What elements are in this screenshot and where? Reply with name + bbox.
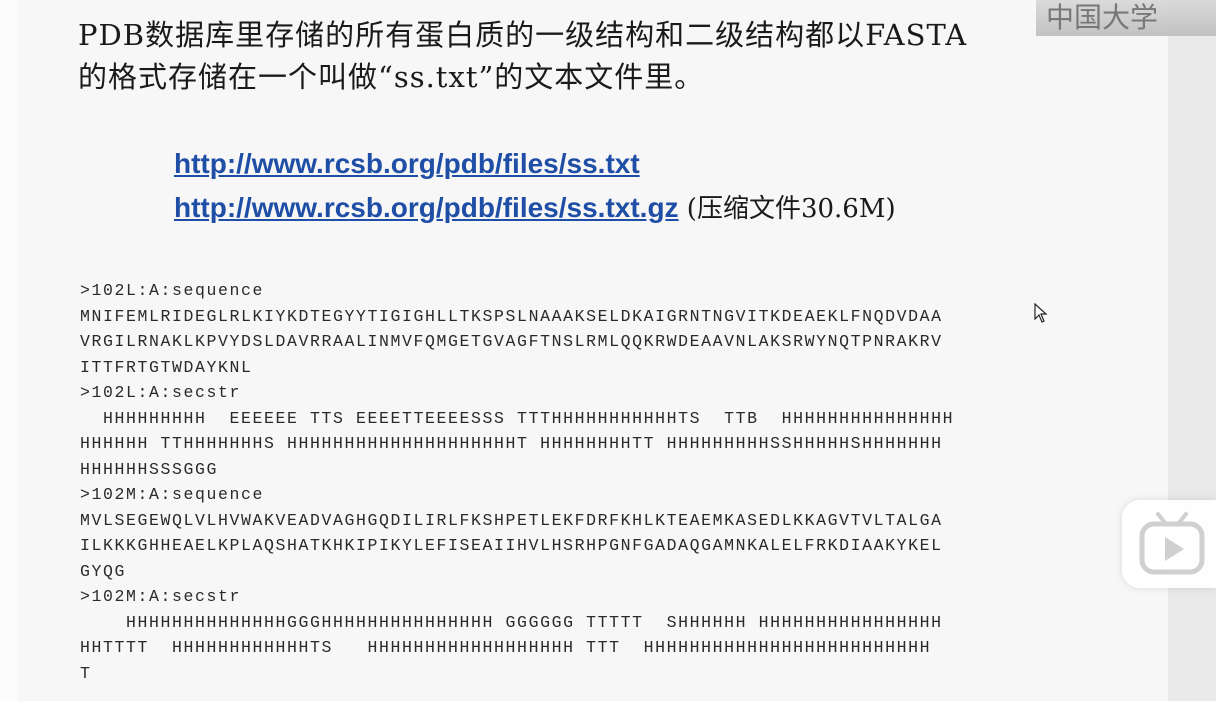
fasta-line: ILKKKGHHEAELKPLAQSHATKHKIPIKYLEFISEAIIHV… bbox=[80, 536, 943, 555]
fasta-line: T bbox=[80, 663, 92, 683]
left-margin bbox=[0, 0, 18, 701]
fasta-line: HHHHHHHHH EEEEEE TTS EEEETTEEEESSS TTTHH… bbox=[80, 408, 955, 428]
fasta-line: VRGILRNAKLKPVYDSLDAVRRAALINMVFQMGETGVAGF… bbox=[80, 332, 943, 351]
link-row-1: http://www.rcsb.org/pdb/files/ss.txt bbox=[174, 142, 896, 186]
fasta-line: MNIFEMLRIDEGLRLKIYKDTEGYYTIGIGHLLTKSPSLN… bbox=[80, 306, 943, 326]
fasta-line: HHHHHH TTHHHHHHHS HHHHHHHHHHHHHHHHHHHHT … bbox=[80, 434, 943, 453]
fasta-line: >102L:A:sequence bbox=[80, 281, 265, 300]
right-margin bbox=[1168, 0, 1216, 701]
fasta-line: >102L:A:secstr bbox=[80, 383, 242, 402]
bilibili-play-icon[interactable] bbox=[1122, 500, 1216, 588]
mouse-cursor-icon bbox=[1034, 302, 1048, 328]
fasta-line: >102M:A:secstr bbox=[80, 587, 242, 606]
title-line-1: PDB数据库里存储的所有蛋白质的一级结构和二级结构都以FASTA bbox=[78, 18, 968, 52]
university-logo-icon: 中国大学 bbox=[1036, 0, 1216, 36]
fasta-line: HHTTTT HHHHHHHHHHHHTS HHHHHHHHHHHHHHHHHH… bbox=[80, 638, 932, 657]
fasta-line: MVLSEGEWQLVLHVWAKVEADVAGHGQDILIRLFKSHPET… bbox=[80, 510, 943, 530]
fasta-line: HHHHHHSSSGGG bbox=[80, 459, 219, 479]
slide: PDB数据库里存储的所有蛋白质的一级结构和二级结构都以FASTA 的格式存储在一… bbox=[0, 0, 1216, 701]
fasta-line: HHHHHHHHHHHHHHGGGHHHHHHHHHHHHHHH GGGGGG … bbox=[80, 612, 943, 632]
ss-txt-link[interactable]: http://www.rcsb.org/pdb/files/ss.txt bbox=[174, 148, 640, 179]
logo-text: 中国大学 bbox=[1046, 1, 1159, 34]
slide-title: PDB数据库里存储的所有蛋白质的一级结构和二级结构都以FASTA 的格式存储在一… bbox=[78, 14, 1188, 98]
fasta-line: GYQG bbox=[80, 561, 127, 581]
ss-txt-gz-link[interactable]: http://www.rcsb.org/pdb/files/ss.txt.gz bbox=[174, 192, 679, 223]
download-links: http://www.rcsb.org/pdb/files/ss.txt htt… bbox=[174, 142, 896, 231]
link-row-2: http://www.rcsb.org/pdb/files/ss.txt.gz … bbox=[174, 186, 896, 231]
fasta-line: >102M:A:sequence bbox=[80, 485, 265, 504]
fasta-sequence-block: >102L:A:sequence MNIFEMLRIDEGLRLKIYKDTEGY… bbox=[80, 278, 954, 686]
fasta-line: ITTFRTGTWDAYKNL bbox=[80, 357, 253, 377]
compressed-size-note: (压缩文件30.6M) bbox=[678, 194, 896, 224]
title-line-2: 的格式存储在一个叫做“ss.txt”的文本文件里。 bbox=[78, 60, 705, 94]
